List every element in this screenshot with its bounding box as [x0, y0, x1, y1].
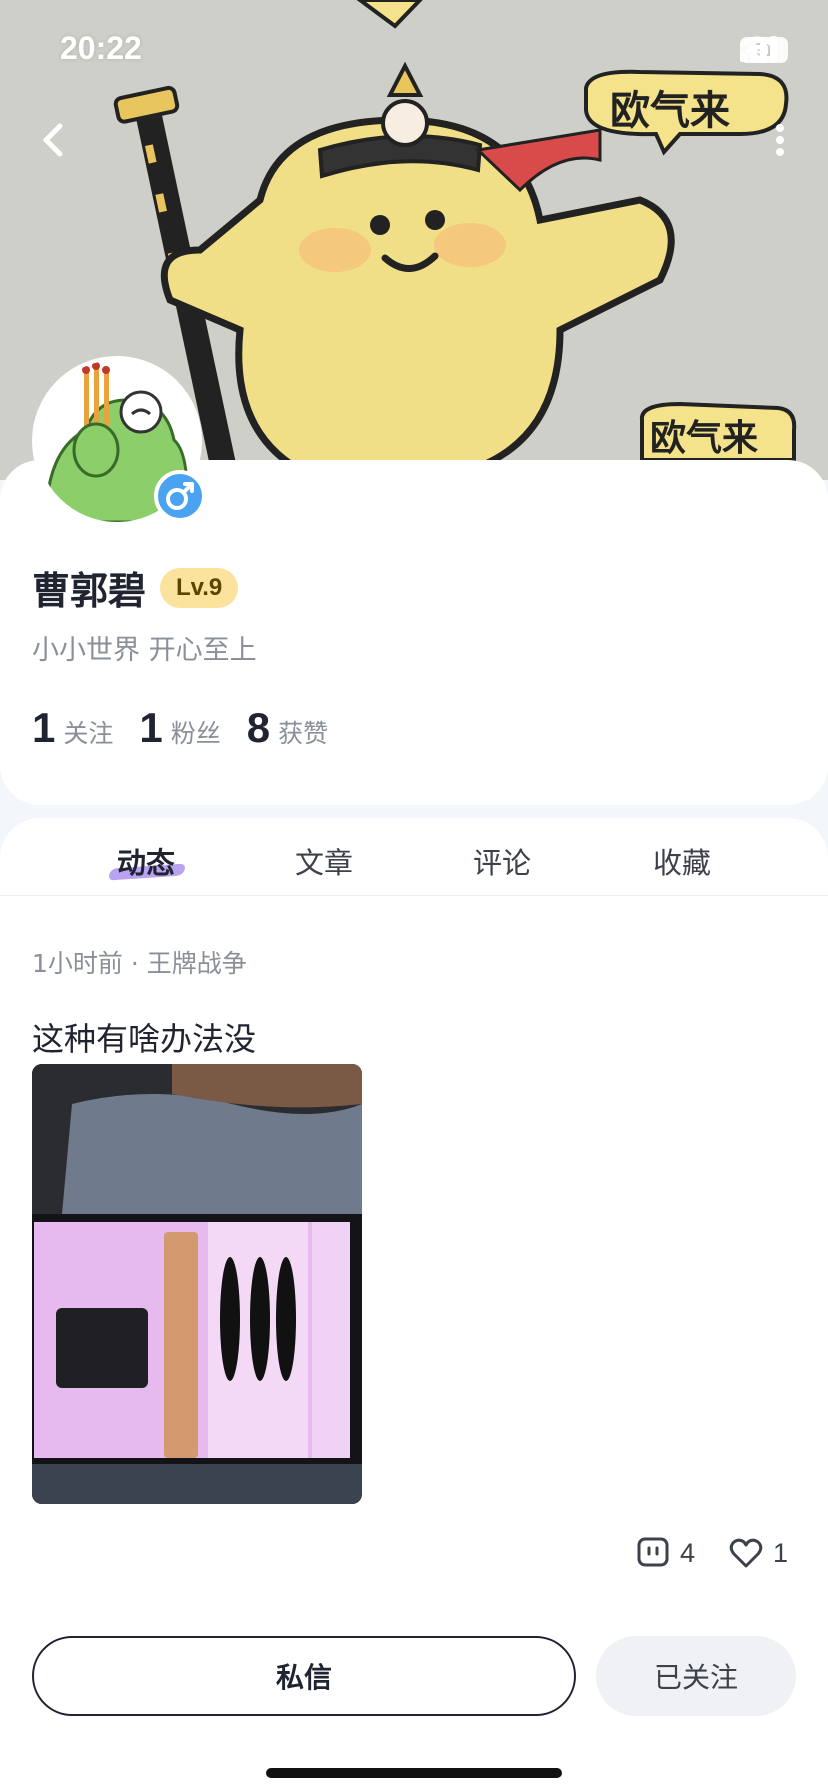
tab-bar: 动态 文章 评论 收藏	[0, 818, 828, 896]
bottom-action-bar: 私信 已关注	[0, 1600, 828, 1792]
stat-followers-count: 1	[139, 704, 163, 751]
user-name: 曹郭碧	[32, 569, 147, 613]
user-stats: 1 关注 1 粉丝 8 获赞	[32, 704, 354, 752]
status-icons: 31	[740, 36, 788, 64]
like-action[interactable]: 1	[729, 1537, 788, 1569]
more-button[interactable]	[772, 118, 788, 162]
heart-icon	[729, 1538, 763, 1568]
stat-following[interactable]: 1 关注	[32, 704, 113, 752]
tab-feed[interactable]: 动态	[76, 840, 216, 882]
post-actions: 4 1	[636, 1536, 788, 1570]
message-button[interactable]: 私信	[32, 1636, 576, 1716]
level-badge[interactable]: Lv.9	[160, 567, 239, 608]
stat-following-count: 1	[32, 704, 56, 751]
stat-followers[interactable]: 1 粉丝	[139, 704, 220, 752]
chevron-left-icon	[43, 123, 63, 157]
stat-following-label: 关注	[63, 719, 114, 748]
following-button[interactable]: 已关注	[596, 1636, 796, 1716]
male-icon	[166, 482, 194, 510]
stat-followers-label: 粉丝	[170, 719, 221, 748]
post-photo	[32, 1064, 362, 1504]
more-vertical-icon	[776, 124, 784, 156]
stat-likes-label: 获赞	[278, 719, 329, 748]
stat-likes: 8 获赞	[247, 704, 328, 752]
tab-comments[interactable]: 评论	[432, 840, 572, 882]
back-button[interactable]	[34, 118, 74, 162]
comment-icon	[637, 1537, 669, 1567]
home-indicator	[266, 1768, 562, 1778]
comment-action[interactable]: 4	[636, 1536, 695, 1570]
post-meta: 1小时前 · 王牌战争	[32, 949, 247, 978]
status-bar: 20:22 31	[0, 0, 828, 100]
user-bio: 小小世界 开心至上	[32, 635, 257, 666]
banner-sticker-text-bottom: 欧气来	[650, 418, 758, 459]
like-count: 1	[772, 1537, 788, 1568]
gender-badge	[154, 470, 206, 522]
tab-articles[interactable]: 文章	[254, 840, 394, 882]
tab-favorites[interactable]: 收藏	[612, 840, 752, 882]
wifi-icon	[740, 36, 774, 62]
name-row: 曹郭碧 Lv.9	[32, 560, 239, 615]
comment-count: 4	[679, 1537, 695, 1568]
status-time: 20:22	[60, 30, 142, 66]
post-text[interactable]: 这种有啥办法没	[32, 1014, 256, 1060]
post-image[interactable]	[32, 1064, 362, 1504]
stat-likes-count: 8	[246, 704, 271, 751]
